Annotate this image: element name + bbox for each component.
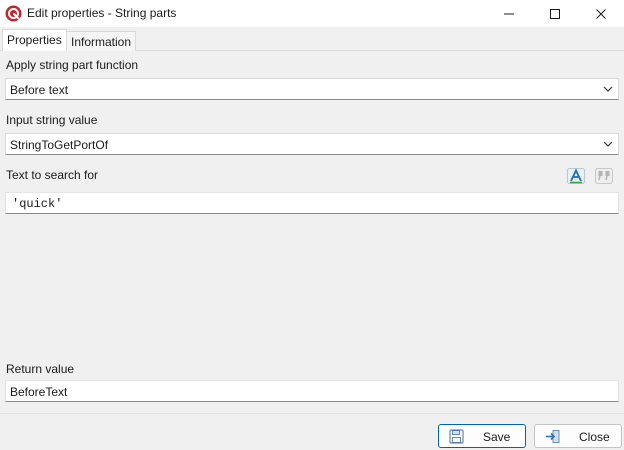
function-value: Before text [10, 83, 69, 97]
tab-information[interactable]: Information [67, 31, 137, 51]
input-dropdown[interactable]: StringToGetPortOf [5, 133, 619, 155]
app-logo-icon [5, 5, 22, 22]
close-window-button[interactable] [578, 0, 624, 27]
floppy-disk-icon [449, 429, 464, 444]
quote-icon[interactable] [595, 168, 613, 184]
close-button[interactable]: Close [534, 424, 622, 448]
input-value: StringToGetPortOf [10, 138, 109, 152]
minimize-button[interactable] [486, 0, 532, 27]
function-dropdown[interactable]: Before text [5, 78, 619, 100]
save-label: Save [483, 430, 511, 444]
close-icon [596, 8, 606, 19]
expression-editor-icon[interactable] [567, 168, 585, 184]
title-bar: Edit properties - String parts [0, 0, 624, 27]
search-text-field[interactable]: 'quick' [5, 192, 619, 214]
minimize-icon [504, 13, 514, 14]
function-label: Apply string part function [6, 58, 139, 72]
return-value-field[interactable]: BeforeText [5, 380, 619, 402]
save-button[interactable]: Save [438, 424, 526, 448]
search-label: Text to search for [6, 168, 99, 182]
maximize-icon [550, 8, 560, 19]
input-label: Input string value [6, 113, 98, 127]
properties-panel [0, 51, 624, 414]
chevron-down-icon [603, 86, 613, 92]
chevron-down-icon [603, 141, 613, 147]
maximize-button[interactable] [532, 0, 578, 27]
close-label: Close [579, 430, 610, 444]
window-title: Edit properties - String parts [27, 6, 177, 20]
search-text-value: 'quick' [12, 197, 63, 211]
return-value: BeforeText [10, 385, 68, 399]
tab-properties[interactable]: Properties [2, 29, 67, 51]
exit-arrow-icon [546, 430, 560, 443]
return-label: Return value [6, 362, 75, 376]
